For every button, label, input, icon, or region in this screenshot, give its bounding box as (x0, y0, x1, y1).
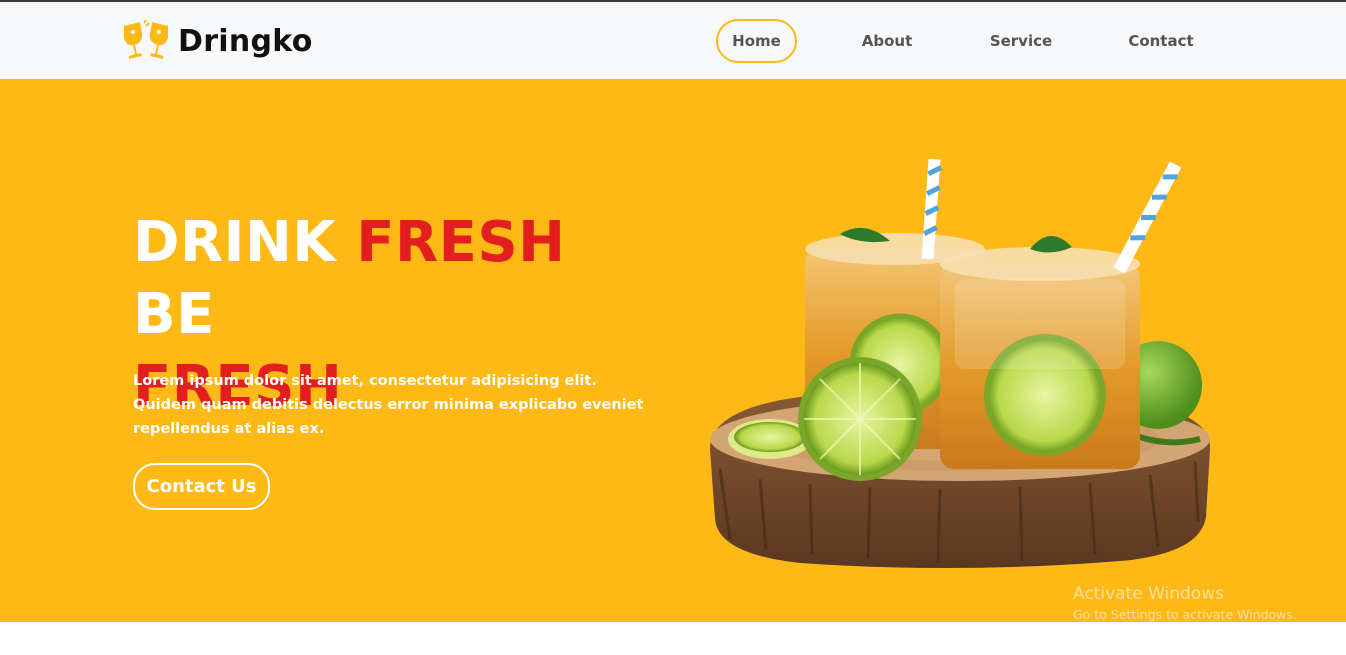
nav-home-link[interactable]: Home (716, 19, 797, 63)
contact-us-button[interactable]: Contact Us (133, 463, 270, 510)
drinks-image (710, 158, 1211, 569)
nav-service-link[interactable]: Service (978, 19, 1064, 63)
headline-word: BE (133, 282, 215, 347)
nav-about-link[interactable]: About (846, 19, 928, 63)
headline-word: DRINK (133, 210, 337, 275)
activate-windows-watermark: Activate Windows Go to Settings to activ… (1073, 583, 1297, 624)
cheers-glasses-icon (124, 20, 168, 59)
brand[interactable]: Dringko (120, 20, 313, 62)
headline-highlight: FRESH (356, 210, 566, 275)
hero-section: DRINK FRESH BE FRESH Lorem ipsum dolor s… (0, 79, 1346, 622)
watermark-subtitle: Go to Settings to activate Windows. (1073, 607, 1297, 622)
navbar: Dringko Home About Service Contact (0, 2, 1346, 79)
watermark-title: Activate Windows (1073, 584, 1224, 604)
hero-description: Lorem ipsum dolor sit amet, consectetur … (133, 373, 644, 437)
brand-name: Dringko (178, 23, 313, 59)
nav-contact-link[interactable]: Contact (1116, 19, 1206, 63)
